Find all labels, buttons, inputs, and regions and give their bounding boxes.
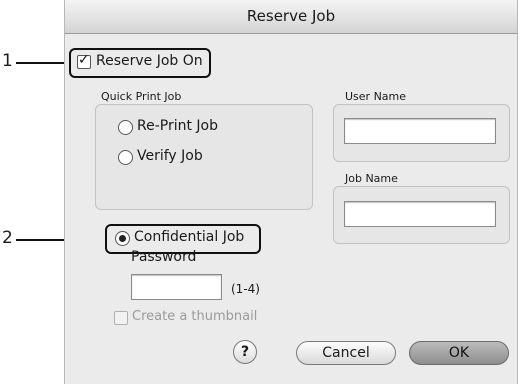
reprint-job-radio[interactable] <box>118 120 133 135</box>
confidential-job-radio[interactable] <box>115 231 130 246</box>
callout-number-2: 2 <box>2 228 13 248</box>
callout-line-1 <box>16 62 68 64</box>
reserve-job-checkbox[interactable] <box>77 52 91 69</box>
callout-number-1: 1 <box>2 51 13 71</box>
confidential-job-label[interactable]: Confidential Job <box>134 229 244 245</box>
dialog-title: Reserve Job <box>65 0 517 34</box>
user-name-label: User Name <box>345 90 407 103</box>
password-label: Password <box>131 249 197 265</box>
job-name-label: Job Name <box>345 172 398 185</box>
quick-print-group-label: Quick Print Job <box>101 90 182 103</box>
job-name-field[interactable] <box>344 201 496 227</box>
user-name-field[interactable] <box>344 118 496 144</box>
thumbnail-label[interactable]: Create a thumbnail <box>132 309 257 324</box>
verify-job-label[interactable]: Verify Job <box>137 148 203 164</box>
password-field[interactable] <box>131 274 222 300</box>
reserve-job-dialog: Reserve Job Reserve Job On Quick Print J… <box>64 0 518 384</box>
reserve-job-label[interactable]: Reserve Job On <box>96 53 203 69</box>
help-button[interactable]: ? <box>233 340 257 364</box>
password-hint: (1-4) <box>231 282 260 296</box>
thumbnail-checkbox[interactable] <box>114 311 128 325</box>
verify-job-radio[interactable] <box>118 150 133 165</box>
cancel-button[interactable]: Cancel <box>296 341 396 365</box>
ok-button[interactable]: OK <box>409 341 509 365</box>
reprint-job-label[interactable]: Re-Print Job <box>137 118 218 134</box>
